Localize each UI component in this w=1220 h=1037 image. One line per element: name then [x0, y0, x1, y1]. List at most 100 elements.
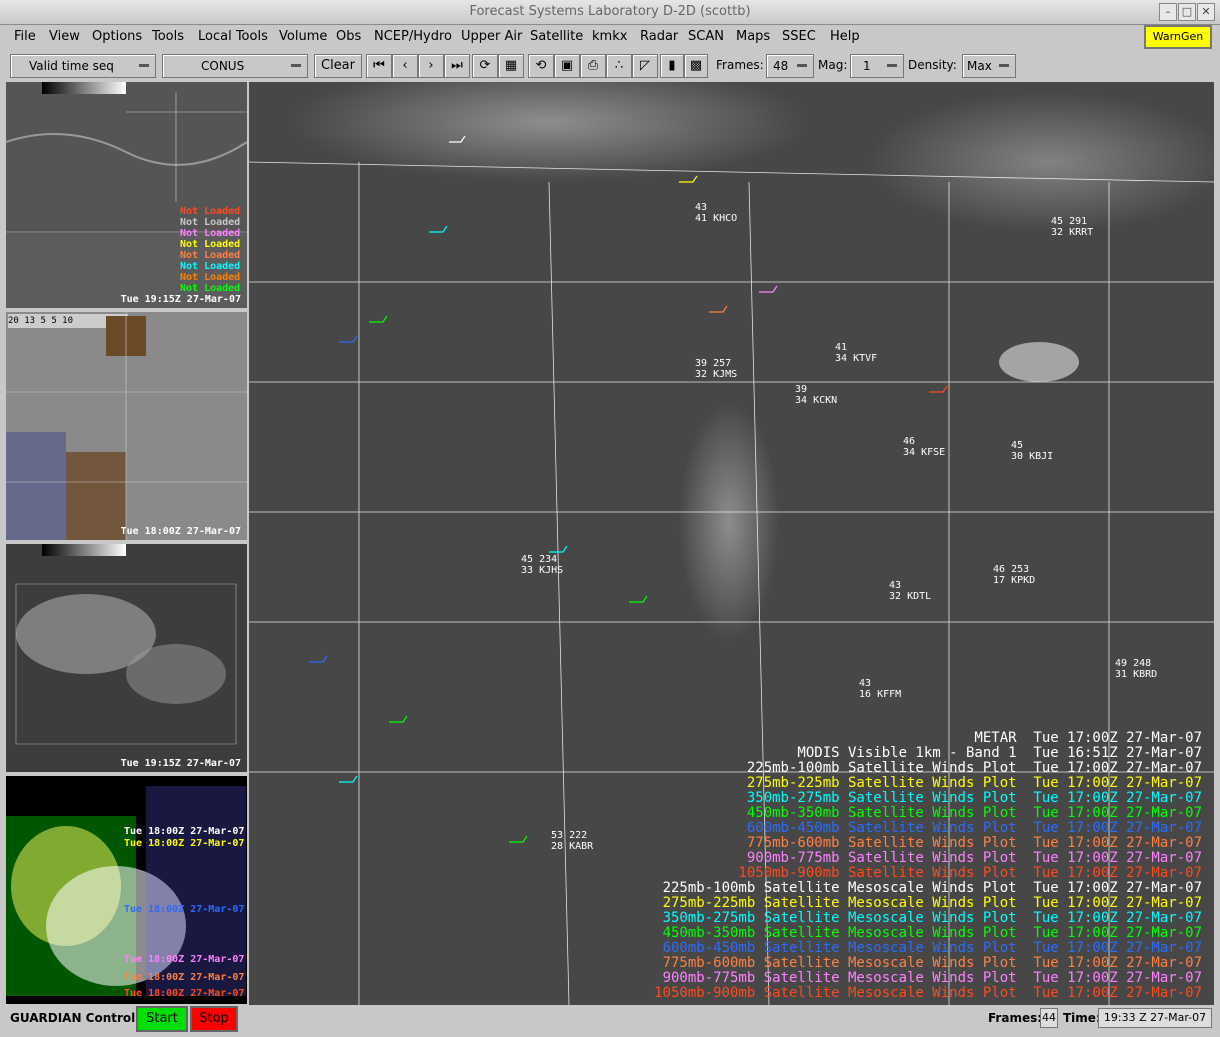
legend-line: 350mb-275mb Satellite Winds Plot Tue 17:… [746, 790, 1202, 806]
loop-icon[interactable]: ⟳ [472, 54, 498, 78]
menu-help[interactable]: Help [830, 29, 860, 44]
pane1-status-0: Not Loaded [180, 206, 241, 217]
mag-select[interactable]: 1 [850, 54, 904, 78]
start-button[interactable]: Start [136, 1006, 188, 1032]
map-icon[interactable]: ▣ [554, 54, 580, 78]
legend-line: MODIS Visible 1km - Band 1 Tue 16:51Z 27… [797, 745, 1202, 761]
density-value: Max [967, 59, 992, 73]
menu-options[interactable]: Options [92, 29, 142, 44]
menu-bar: File View Options Tools Local Tools Volu… [4, 26, 1216, 48]
close-button[interactable]: ✕ [1197, 3, 1215, 21]
warngen-button[interactable]: WarnGen [1144, 25, 1212, 49]
menu-ncep-hydro[interactable]: NCEP/Hydro [374, 29, 452, 44]
menu-file[interactable]: File [14, 29, 36, 44]
side-pane-winds[interactable]: Tue 18:00Z 27-Mar-07 Tue 18:00Z 27-Mar-0… [6, 776, 247, 1004]
mag-value: 1 [863, 59, 871, 73]
legend-line: 600mb-450mb Satellite Winds Plot Tue 17:… [746, 820, 1202, 836]
frames-count-value: 44 [1040, 1008, 1058, 1028]
last-frame-icon[interactable]: ⏭ [444, 54, 470, 78]
previous-frame-icon[interactable]: ‹ [392, 54, 418, 78]
station-plot: 39 34 KCKN [795, 384, 838, 406]
maximize-button[interactable]: □ [1178, 3, 1196, 21]
menu-tools[interactable]: Tools [152, 29, 184, 44]
minimize-button[interactable]: – [1159, 3, 1177, 21]
pane1-status-2: Not Loaded [180, 228, 241, 239]
menu-obs[interactable]: Obs [336, 29, 361, 44]
single-panel-icon[interactable]: ▮ [660, 54, 684, 78]
legend-line: 450mb-350mb Satellite Mesoscale Winds Pl… [662, 925, 1202, 941]
side-pane-radar[interactable]: 20 13 5 5 10 Tue 18:00Z 27-Mar-07 [6, 312, 247, 540]
stop-button[interactable]: Stop [190, 1006, 238, 1032]
legend-line: 1050mb-900mb Satellite Winds Plot Tue 17… [738, 865, 1202, 881]
clear-button[interactable]: Clear [314, 54, 362, 78]
legend-line: 450mb-350mb Satellite Winds Plot Tue 17:… [746, 805, 1202, 821]
density-select[interactable]: Max [962, 54, 1016, 78]
menu-volume[interactable]: Volume [279, 29, 327, 44]
next-frame-icon[interactable]: › [418, 54, 444, 78]
print-icon[interactable]: ⎙ [580, 54, 606, 78]
refresh-icon[interactable]: ⟲ [528, 54, 554, 78]
legend-line: 775mb-600mb Satellite Mesoscale Winds Pl… [662, 955, 1202, 971]
legend-line: 225mb-100mb Satellite Winds Plot Tue 17:… [746, 760, 1202, 776]
menu-ssec[interactable]: SSEC [782, 29, 816, 44]
frames-label: Frames: [716, 58, 764, 72]
scale-value: CONUS [201, 59, 245, 73]
legend-line: 600mb-450mb Satellite Mesoscale Winds Pl… [662, 940, 1202, 956]
pane4-time-1: Tue 18:00Z 27-Mar-07 [124, 838, 245, 849]
pane2-map [6, 312, 247, 540]
time-mode-value: Valid time seq [29, 59, 114, 73]
menu-upper-air[interactable]: Upper Air [461, 29, 522, 44]
station-plot: 41 34 KTVF [835, 342, 878, 364]
time-mode-select[interactable]: Valid time seq [10, 54, 156, 78]
station-plot: 46 34 KFSE [903, 436, 946, 458]
menu-kmkx[interactable]: kmkx [592, 29, 627, 44]
station-plot: 45 234 33 KJHS [521, 554, 564, 576]
menu-maps[interactable]: Maps [736, 29, 770, 44]
station-plot: 45 291 32 KRRT [1051, 216, 1094, 238]
guardian-label: GUARDIAN Controls: [10, 1011, 148, 1025]
station-plot: 43 32 KDTL [889, 580, 932, 602]
chevron-down-icon [139, 64, 149, 67]
chevron-down-icon [291, 64, 301, 67]
station-plot: 49 248 31 KBRD [1115, 658, 1158, 680]
pane4-time-2: Tue 18:00Z 27-Mar-07 [124, 904, 245, 915]
main-display[interactable]: 43 41 KHCO 39 257 32 KJMS 41 34 KTVF 39 34 K… [249, 82, 1214, 1005]
side-pane-satellite-1[interactable]: Not Loaded Not Loaded Not Loaded Not Loa… [6, 82, 247, 308]
pane1-status-6: Not Loaded [180, 272, 241, 283]
scale-select[interactable]: CONUS [162, 54, 308, 78]
menu-radar[interactable]: Radar [640, 29, 678, 44]
chevron-down-icon [999, 64, 1009, 67]
density-label: Density: [908, 58, 957, 72]
frames-select[interactable]: 48 [766, 54, 814, 78]
pane1-status-5: Not Loaded [180, 261, 241, 272]
pane4-time-5: Tue 18:00Z 27-Mar-07 [124, 988, 245, 999]
menu-satellite[interactable]: Satellite [530, 29, 583, 44]
legend-line: 275mb-225mb Satellite Mesoscale Winds Pl… [662, 895, 1202, 911]
side-pane-satellite-2[interactable]: Tue 19:15Z 27-Mar-07 [6, 544, 247, 772]
baseline-icon[interactable]: ◸ [632, 54, 658, 78]
legend-line: METAR Tue 17:00Z 27-Mar-07 [974, 730, 1202, 746]
menu-local-tools[interactable]: Local Tools [198, 29, 268, 44]
time-label: Time: [1063, 1011, 1101, 1025]
pane1-status-7: Not Loaded [180, 283, 241, 294]
pane1-status-3: Not Loaded [180, 239, 241, 250]
time-value: 19:33 Z 27-Mar-07 [1098, 1008, 1212, 1028]
station-plot: 43 16 KFFM [859, 678, 902, 700]
image-properties-icon[interactable]: ▦ [498, 54, 524, 78]
station-plot: 53 222 28 KABR [551, 830, 594, 852]
pane2-time: Tue 18:00Z 27-Mar-07 [120, 526, 241, 537]
legend-line: 225mb-100mb Satellite Mesoscale Winds Pl… [662, 880, 1202, 896]
four-panel-icon[interactable]: ▩ [684, 54, 708, 78]
first-frame-icon[interactable]: ⏮ [366, 54, 392, 78]
station-plot: 45 30 KBJI [1011, 440, 1054, 462]
pane4-time-3: Tue 18:00Z 27-Mar-07 [124, 954, 245, 965]
station-plot: 43 41 KHCO [695, 202, 738, 224]
window-title: Forecast Systems Laboratory D-2D (scottb… [469, 4, 751, 19]
pane1-time: Tue 19:15Z 27-Mar-07 [120, 294, 241, 305]
legend-line: 775mb-600mb Satellite Winds Plot Tue 17:… [746, 835, 1202, 851]
legend-line: 275mb-225mb Satellite Winds Plot Tue 17:… [746, 775, 1202, 791]
chevron-down-icon [797, 64, 807, 67]
menu-view[interactable]: View [49, 29, 80, 44]
menu-scan[interactable]: SCAN [688, 29, 724, 44]
points-icon[interactable]: ∴ [606, 54, 632, 78]
